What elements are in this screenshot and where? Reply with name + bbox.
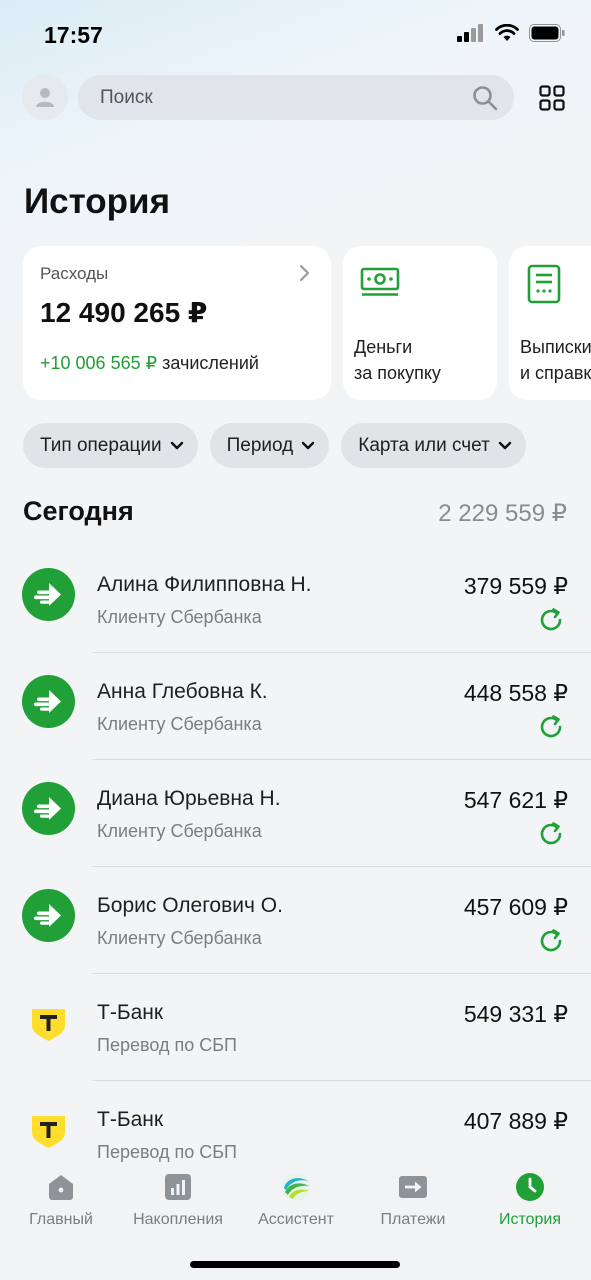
transaction-row[interactable]: Алина Филипповна Н. Клиенту Сбербанка 37… bbox=[0, 546, 591, 653]
filter-label: Карта или счет bbox=[358, 434, 490, 456]
grid-icon bbox=[539, 85, 565, 111]
transaction-subtitle: Клиенту Сбербанка bbox=[97, 821, 262, 841]
transaction-subtitle: Клиенту Сбербанка bbox=[97, 714, 262, 734]
transaction-subtitle: Клиенту Сбербанка bbox=[97, 607, 262, 627]
transaction-row[interactable]: Анна Глебовна К. Клиенту Сбербанка 448 5… bbox=[0, 653, 591, 760]
repeat-icon[interactable] bbox=[537, 713, 565, 741]
repeat-icon[interactable] bbox=[537, 927, 565, 955]
income-label: зачислений bbox=[162, 353, 259, 373]
page-title: История bbox=[24, 182, 170, 221]
nav-label: Главный bbox=[29, 1211, 93, 1228]
transaction-name: Борис Олегович О. bbox=[97, 894, 283, 917]
transaction-name: Диана Юрьевна Н. bbox=[97, 787, 281, 810]
expenses-label: Расходы bbox=[40, 264, 109, 283]
nav-home[interactable]: Главный bbox=[2, 1171, 120, 1229]
tbank-logo-icon bbox=[32, 1116, 65, 1148]
search-icon[interactable] bbox=[472, 85, 498, 111]
transaction-amount: 379 559 ₽ bbox=[463, 573, 568, 599]
expenses-amount: 12 490 265 ₽ bbox=[40, 297, 208, 328]
transaction-subtitle: Перевод по СБП bbox=[97, 1035, 237, 1055]
sber-transfer-icon bbox=[22, 889, 75, 942]
nav-assistant[interactable]: Ассистент bbox=[237, 1171, 355, 1229]
filter-label: Тип операции bbox=[40, 434, 162, 456]
cashback-title: Деньги за покупку bbox=[354, 337, 441, 383]
user-icon bbox=[36, 88, 54, 107]
status-time: 17:57 bbox=[44, 22, 103, 48]
transaction-row[interactable]: Т-Банк Перевод по СБП 549 331 ₽ bbox=[0, 974, 591, 1081]
transaction-amount: 549 331 ₽ bbox=[463, 1001, 568, 1027]
filter-chips: Тип операции Период Карта или счет bbox=[23, 423, 526, 468]
section-title: Сегодня bbox=[23, 496, 134, 526]
nav-label: Ассистент bbox=[258, 1211, 334, 1228]
chevron-right-icon bbox=[299, 264, 310, 282]
savings-chart-icon bbox=[165, 1174, 191, 1200]
search-input[interactable] bbox=[100, 86, 472, 109]
repeat-icon[interactable] bbox=[537, 820, 565, 848]
transaction-subtitle: Клиенту Сбербанка bbox=[97, 928, 262, 948]
payments-arrow-icon bbox=[399, 1176, 427, 1198]
expenses-card[interactable]: Расходы 12 490 265 ₽ +10 006 565 ₽ зачис… bbox=[23, 246, 331, 400]
home-indicator bbox=[190, 1261, 400, 1268]
document-icon bbox=[527, 264, 561, 304]
money-icon bbox=[360, 267, 400, 296]
income-summary: +10 006 565 ₽ зачислений bbox=[40, 353, 314, 374]
transaction-subtitle: Перевод по СБП bbox=[97, 1142, 237, 1162]
tbank-logo-icon bbox=[32, 1009, 65, 1041]
nav-label: История bbox=[498, 1211, 562, 1228]
transaction-amount: 407 889 ₽ bbox=[463, 1108, 568, 1134]
avatar[interactable] bbox=[22, 74, 68, 120]
chevron-down-icon bbox=[302, 441, 315, 449]
transaction-name: Анна Глебовна К. bbox=[97, 680, 268, 703]
section-total: 2 229 559 ₽ bbox=[438, 500, 567, 527]
statements-card[interactable]: Выписки и справки bbox=[509, 246, 591, 400]
transaction-row[interactable]: Диана Юрьевна Н. Клиенту Сбербанка 547 6… bbox=[0, 760, 591, 867]
chevron-down-icon bbox=[498, 441, 512, 449]
home-icon bbox=[49, 1175, 73, 1200]
nav-payments[interactable]: Платежи bbox=[354, 1171, 472, 1229]
search-bar[interactable] bbox=[78, 75, 514, 120]
filter-period[interactable]: Период bbox=[209, 423, 330, 468]
nav-label: Накопления bbox=[133, 1211, 223, 1228]
statements-title: Выписки и справки bbox=[520, 337, 591, 383]
nav-label: Платежи bbox=[380, 1211, 446, 1228]
battery-icon bbox=[529, 24, 565, 42]
wifi-icon bbox=[495, 24, 519, 41]
history-clock-icon bbox=[516, 1173, 544, 1201]
filter-operation-type[interactable]: Тип операции bbox=[23, 423, 198, 468]
nav-savings[interactable]: Накопления bbox=[119, 1171, 237, 1229]
transaction-row[interactable]: Борис Олегович О. Клиенту Сбербанка 457 … bbox=[0, 867, 591, 974]
services-grid-button[interactable] bbox=[534, 80, 570, 116]
filter-card-or-account[interactable]: Карта или счет bbox=[341, 423, 526, 468]
assistant-icon bbox=[282, 1173, 310, 1201]
repeat-icon[interactable] bbox=[537, 606, 565, 634]
signal-icon bbox=[457, 24, 483, 42]
transaction-amount: 547 621 ₽ bbox=[463, 787, 568, 813]
income-amount: +10 006 565 ₽ bbox=[40, 353, 158, 373]
transaction-name: Алина Филипповна Н. bbox=[97, 573, 312, 596]
filter-label: Период bbox=[226, 434, 294, 456]
transaction-name: Т-Банк bbox=[97, 1001, 164, 1024]
status-icons bbox=[457, 24, 565, 42]
sber-transfer-icon bbox=[22, 568, 75, 621]
transaction-amount: 448 558 ₽ bbox=[463, 680, 568, 706]
cashback-card[interactable]: Деньги за покупку bbox=[343, 246, 497, 400]
transaction-name: Т-Банк bbox=[97, 1108, 164, 1131]
sber-transfer-icon bbox=[22, 675, 75, 728]
transaction-amount: 457 609 ₽ bbox=[463, 894, 568, 920]
nav-history[interactable]: История bbox=[471, 1171, 589, 1229]
sber-transfer-icon bbox=[22, 782, 75, 835]
transaction-list: Алина Филипповна Н. Клиенту Сбербанка 37… bbox=[0, 546, 591, 1188]
chevron-down-icon bbox=[170, 441, 183, 449]
